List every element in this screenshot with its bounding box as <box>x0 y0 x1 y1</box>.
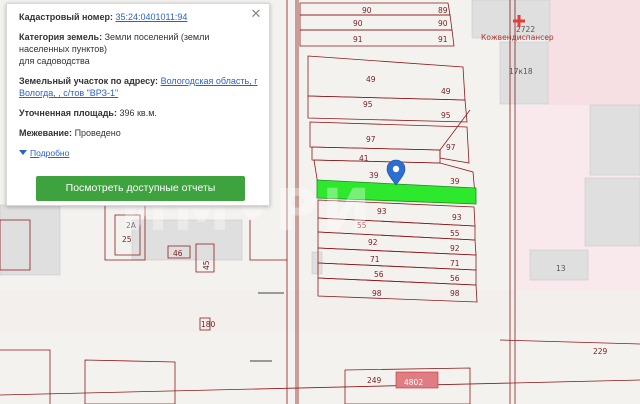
label-92a: 92 <box>368 238 378 247</box>
label-41: 41 <box>359 154 369 163</box>
label-25: 25 <box>122 235 132 244</box>
label-97b: 97 <box>446 143 456 152</box>
label-90a: 90 <box>362 6 372 15</box>
pink-zone-north <box>545 0 640 105</box>
label-39b: 39 <box>450 177 460 186</box>
building-east-upper <box>589 104 640 176</box>
area-label: Уточненная площадь: <box>19 108 117 118</box>
label-92b: 92 <box>450 244 460 253</box>
parcel-info-popup: ✕ Кадастровый номер: 35:24:0401011:94 Ка… <box>6 3 270 206</box>
more-details-link[interactable]: Подробно <box>19 148 69 158</box>
label-89: 89 <box>438 6 448 15</box>
survey-label: Межевание: <box>19 128 73 138</box>
label-249: 249 <box>367 376 382 385</box>
label-56a: 56 <box>374 270 384 279</box>
label-91a: 91 <box>353 35 363 44</box>
label-90c: 90 <box>438 19 448 28</box>
survey-value: Проведено <box>74 128 121 138</box>
label-98b: 98 <box>450 289 460 298</box>
cadastral-label: Кадастровый номер: <box>19 12 113 22</box>
label-180: 180 <box>201 320 216 329</box>
label-91b: 91 <box>438 35 448 44</box>
view-reports-button[interactable]: Посмотреть доступные отчеты <box>36 176 245 201</box>
label-93a: 93 <box>377 207 387 216</box>
more-details-label: Подробно <box>30 147 70 158</box>
cadastral-number-link[interactable]: 35:24:0401011:94 <box>115 12 187 22</box>
address-link-1[interactable]: Вологодская область, г <box>161 76 258 86</box>
category-label: Категория земель: <box>19 32 103 42</box>
label-56b: 56 <box>450 274 460 283</box>
category-value-3: для садоводства <box>19 56 90 66</box>
cadastral-row: Кадастровый номер: 35:24:0401011:94 <box>19 11 259 23</box>
label-46: 46 <box>173 249 183 258</box>
label-49a: 49 <box>366 75 376 84</box>
label-55b: 55 <box>450 229 460 238</box>
label-71a: 71 <box>370 255 380 264</box>
survey-row: Межевание: Проведено <box>19 127 259 139</box>
label-90b: 90 <box>353 19 363 28</box>
area-row: Уточненная площадь: 396 кв.м. <box>19 107 259 119</box>
label-49b: 49 <box>441 87 451 96</box>
triangle-down-icon <box>19 150 27 155</box>
label-39a: 39 <box>369 171 379 180</box>
label-45: 45 <box>202 260 211 270</box>
label-clinic: Кожвендиспансер <box>481 33 554 42</box>
area-value: 396 кв.м. <box>119 108 157 118</box>
label-229: 229 <box>593 347 608 356</box>
label-55a: 55 <box>357 221 367 230</box>
building-east-mid <box>584 177 640 247</box>
label-2a: 2А <box>126 221 137 230</box>
address-link-2[interactable]: Вологда, , с/тов "ВРЗ-1" <box>19 88 118 98</box>
label-93b: 93 <box>452 213 462 222</box>
label-95a: 95 <box>363 100 373 109</box>
label-17k18: 17к18 <box>509 67 533 76</box>
label-13: 13 <box>556 264 566 273</box>
category-row: Категория земель: Земли поселений (земли… <box>19 31 259 67</box>
address-label: Земельный участок по адресу: <box>19 76 159 86</box>
label-98a: 98 <box>372 289 382 298</box>
category-value-2: населенных пунктов) <box>19 44 108 54</box>
label-4802: 4802 <box>404 378 423 387</box>
label-71b: 71 <box>450 259 460 268</box>
label-97a: 97 <box>366 135 376 144</box>
address-row: Земельный участок по адресу: Вологодская… <box>19 75 259 99</box>
close-icon[interactable]: ✕ <box>249 7 263 21</box>
category-value-1: Земли поселений (земли <box>104 32 210 42</box>
label-95b: 95 <box>441 111 451 120</box>
